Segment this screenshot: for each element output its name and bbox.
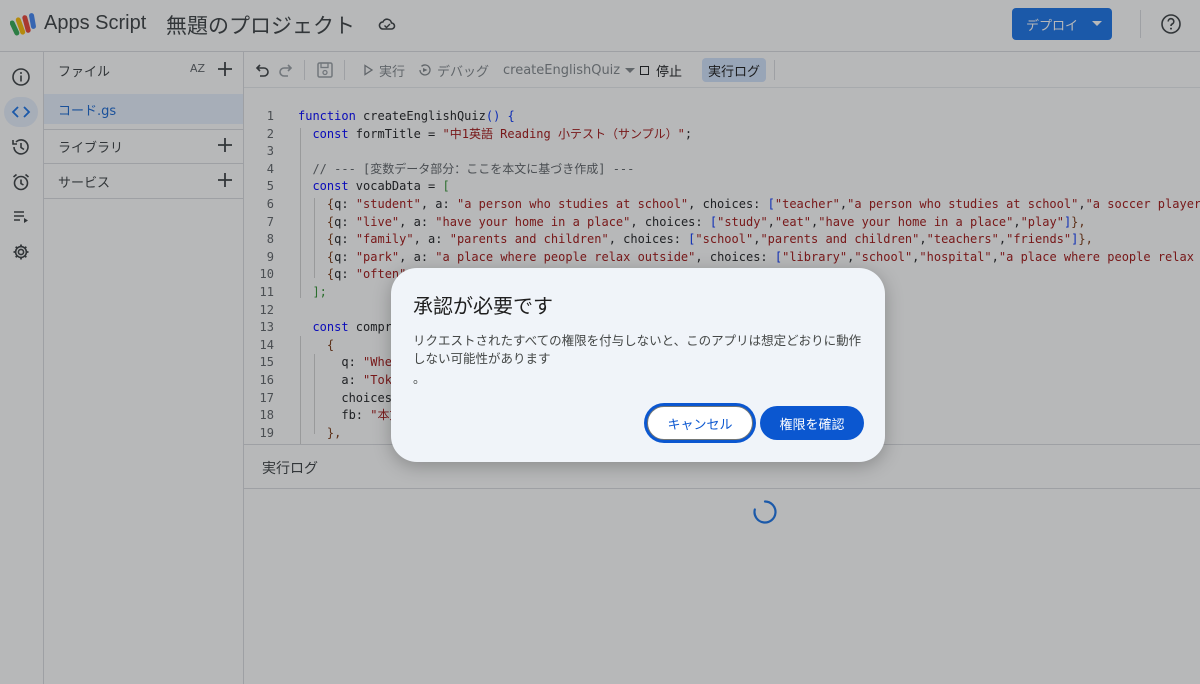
dialog-body: リクエストされたすべての権限を付与しないと、このアプリは想定どおりに動作しない可… [413,332,863,388]
dialog-message: リクエストされたすべての権限を付与しないと、このアプリは想定どおりに動作しない可… [413,333,862,366]
authorization-dialog: 承認が必要です リクエストされたすべての権限を付与しないと、このアプリは想定どお… [391,268,885,462]
review-permissions-button[interactable]: 権限を確認 [760,406,864,440]
dialog-title: 承認が必要です [413,294,553,318]
dialog-message-tail: 。 [413,371,426,386]
cancel-button[interactable]: キャンセル [647,406,753,440]
